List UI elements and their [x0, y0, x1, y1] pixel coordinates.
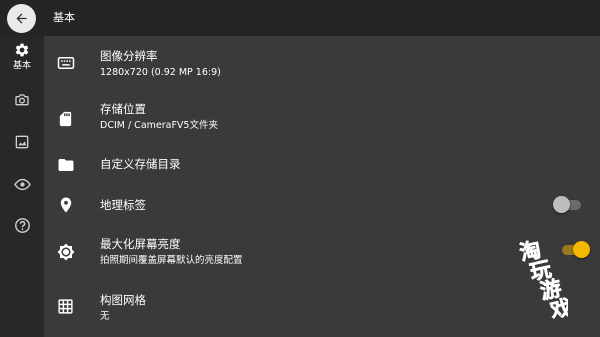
camera-icon — [15, 94, 29, 106]
keyboard-icon — [57, 57, 75, 69]
sidebar-item-camera[interactable] — [0, 90, 44, 110]
grid-icon — [58, 299, 73, 314]
sidebar-item-label: 基本 — [12, 61, 31, 71]
setting-geotag[interactable]: 地理标签 — [44, 191, 600, 221]
help-icon — [15, 218, 30, 233]
setting-image-resolution[interactable]: 图像分辨率 1280x720 (0.92 MP 16:9) — [44, 36, 600, 89]
sidebar-item-gallery[interactable] — [0, 132, 44, 152]
page-title: 基本 — [53, 11, 75, 24]
watermark-logo: 淘 玩 游 戏 — [517, 237, 568, 324]
sidebar-item-view[interactable] — [0, 174, 44, 194]
image-icon — [15, 135, 29, 149]
setting-title: 存储位置 — [100, 102, 146, 116]
eye-icon — [14, 178, 31, 191]
setting-title: 地理标签 — [100, 198, 146, 212]
setting-custom-storage-dir[interactable]: 自定义存储目录 — [44, 148, 600, 182]
sidebar-item-basic[interactable]: 基本 — [0, 40, 44, 74]
gear-icon — [15, 43, 29, 57]
setting-subtitle: 无 — [100, 311, 110, 322]
setting-subtitle: 1280x720 (0.92 MP 16:9) — [100, 67, 221, 78]
arrow-back-icon — [16, 13, 27, 24]
setting-storage-location[interactable]: 存储位置 DCIM / CameraFV5文件夹 — [44, 96, 600, 142]
setting-title: 图像分辨率 — [100, 49, 158, 63]
setting-title: 最大化屏幕亮度 — [100, 237, 181, 251]
geotag-toggle[interactable] — [553, 196, 583, 214]
sidebar: 基本 — [0, 36, 44, 337]
top-app-bar: 基本 — [0, 0, 600, 36]
setting-subtitle: 拍照期间覆盖屏幕默认的亮度配置 — [100, 255, 243, 266]
brightness-icon — [57, 243, 75, 261]
back-button[interactable] — [7, 4, 36, 33]
sidebar-item-help[interactable] — [0, 215, 44, 235]
toggle-thumb — [573, 241, 590, 258]
sd-card-icon — [59, 111, 72, 127]
setting-title: 自定义存储目录 — [100, 157, 181, 171]
setting-title: 构图网格 — [100, 293, 146, 307]
svg-text:戏: 戏 — [547, 295, 568, 323]
setting-subtitle: DCIM / CameraFV5文件夹 — [100, 120, 218, 131]
location-pin-icon — [60, 197, 72, 213]
folder-icon — [58, 159, 74, 171]
toggle-thumb — [553, 196, 570, 213]
